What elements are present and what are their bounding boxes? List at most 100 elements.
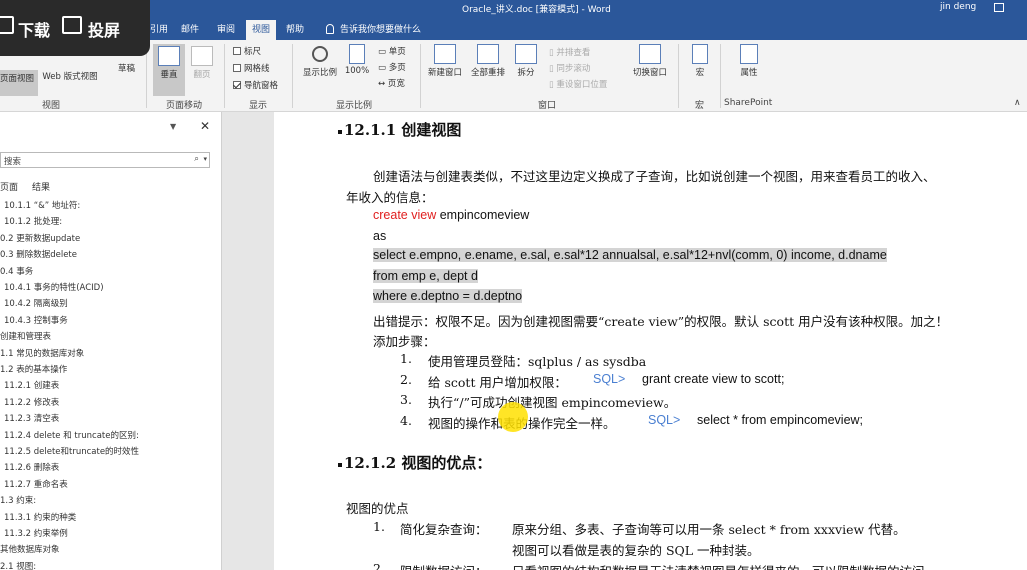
page-view-button[interactable]: 页面视图 xyxy=(0,70,38,96)
gridlines-label: 网格线 xyxy=(244,64,270,74)
tab-references[interactable]: 引用 xyxy=(150,22,168,35)
close-icon[interactable]: ✕ xyxy=(200,119,210,133)
nav-options-icon[interactable]: ▼ xyxy=(170,122,176,131)
nav-heading-item[interactable]: 11.2.5 delete和truncate的时效性 xyxy=(4,445,139,457)
code-line: create view empincomeview xyxy=(373,208,529,222)
nav-heading-item[interactable]: 11.2.2 修改表 xyxy=(4,396,59,408)
nav-heading-item[interactable]: 2.1 视图: xyxy=(0,560,36,570)
zoom-100-label: 100% xyxy=(344,66,370,76)
list-number: 1. xyxy=(373,519,385,534)
nav-heading-item[interactable]: 0.3 删除数据delete xyxy=(0,248,77,260)
reset-window-button[interactable]: ▯ 重设窗口位置 xyxy=(549,78,607,90)
tab-view[interactable]: 视图 xyxy=(246,20,277,40)
web-view-label: Web 版式视图 xyxy=(42,72,98,82)
separator xyxy=(720,44,721,108)
switch-window-button[interactable]: 切换窗口 xyxy=(628,44,672,78)
page-width-button[interactable]: ↔ 页宽 xyxy=(378,77,405,89)
web-view-button[interactable]: Web 版式视图 xyxy=(38,70,102,82)
vertical-button[interactable]: 垂直 xyxy=(153,44,185,96)
views-group-label: 视图 xyxy=(42,101,61,111)
cast-icon xyxy=(62,16,82,34)
nav-pane-check[interactable] xyxy=(233,81,241,89)
nav-tab-results[interactable]: 结果 xyxy=(32,180,50,193)
nav-heading-item[interactable]: 11.2.3 清空表 xyxy=(4,412,59,424)
nav-heading-item[interactable]: 1.2 表的基本操作 xyxy=(0,363,67,375)
nav-heading-item[interactable]: 0.2 更新数据update xyxy=(0,232,80,244)
nav-heading-item[interactable]: 1.3 约束: xyxy=(0,494,36,506)
code-line-selected: select e.empno, e.ename, e.sal, e.sal*12… xyxy=(373,248,887,262)
reset-window-label: 重设窗口位置 xyxy=(556,80,608,90)
list-label: 限制数据访问： xyxy=(400,561,488,570)
zoom-button[interactable]: 显示比例 xyxy=(300,44,340,78)
nav-heading-item[interactable]: 10.1.1 “&” 地址符: xyxy=(4,199,80,211)
draft-button[interactable]: 草稿 xyxy=(118,62,135,74)
nav-heading-item[interactable]: 0.4 事务 xyxy=(0,265,33,277)
lightbulb-icon xyxy=(326,24,334,34)
chevron-down-icon[interactable]: ▾ xyxy=(203,155,207,163)
tab-help[interactable]: 帮助 xyxy=(286,22,304,35)
ruler-checkbox[interactable]: 标尺 xyxy=(233,45,261,57)
download-button[interactable]: 下载 xyxy=(18,17,50,41)
nav-heading-item[interactable]: 11.2.7 重命名表 xyxy=(4,478,68,490)
code-line-selected: where e.deptno = d.deptno xyxy=(373,289,523,303)
new-window-button[interactable]: 新建窗口 xyxy=(426,44,464,78)
nav-heading-item[interactable]: 创建和管理表 xyxy=(0,330,51,342)
search-icon[interactable]: ⌕ xyxy=(194,154,199,164)
ribbon: 页面视图 Web 版式视图 大纲 草稿 视图 垂直 翻页 页面移动 标尺 网格线… xyxy=(0,40,1027,112)
sync-scroll-button[interactable]: ▯ 同步滚动 xyxy=(549,62,590,74)
nav-heading-item[interactable]: 11.3.1 约束的种类 xyxy=(4,511,76,523)
show-group-label: 显示 xyxy=(249,101,268,111)
nav-heading-item[interactable]: 10.1.2 批处理: xyxy=(4,215,62,227)
sql-command: select * from empincomeview; xyxy=(697,413,864,428)
zoom-100-button[interactable]: 100% xyxy=(343,44,371,76)
document-page[interactable]: 12.1.1 创建视图 创建语法与创建表类似，不过这里边定义换成了子查询，比如说… xyxy=(274,112,1027,570)
gridlines-checkbox[interactable]: 网格线 xyxy=(233,62,270,74)
nav-heading-item[interactable]: 11.2.4 delete 和 truncate的区别: xyxy=(4,429,139,441)
user-name[interactable]: jin deng xyxy=(940,2,976,12)
nav-heading-item[interactable]: 11.2.6 删除表 xyxy=(4,461,59,473)
one-page-button[interactable]: ▭ 单页 xyxy=(378,45,406,57)
nav-heading-item[interactable]: 11.3.2 约束举例 xyxy=(4,527,68,539)
switch-window-label: 切换窗口 xyxy=(632,68,667,78)
ruler-check[interactable] xyxy=(233,47,241,55)
multiple-pages-button[interactable]: ▭ 多页 xyxy=(378,61,406,73)
title-bar: Oracle_讲义.doc [兼容模式] - Word jin deng xyxy=(0,0,1027,18)
nav-pane-checkbox[interactable]: 导航窗格 xyxy=(233,79,278,91)
gridlines-check[interactable] xyxy=(233,64,241,72)
page-100-icon xyxy=(349,44,365,64)
ribbon-tabs: 引用 邮件 审阅 视图 帮助 告诉我你想要做什么 xyxy=(0,18,1027,40)
step-text: 给 scott 用户增加权限： xyxy=(428,374,567,390)
nav-heading-item[interactable]: 1.1 常见的数据库对象 xyxy=(0,347,84,359)
ribbon-display-icon[interactable] xyxy=(994,3,1004,12)
download-icon xyxy=(0,16,14,34)
nav-search-placeholder: 搜索 xyxy=(4,157,22,167)
heading-bullet xyxy=(338,130,342,134)
nav-heading-item[interactable]: 10.4.2 隔离级别 xyxy=(4,297,68,309)
collapse-ribbon-icon[interactable]: ∧ xyxy=(1014,98,1021,108)
macros-button[interactable]: 宏 xyxy=(686,44,714,78)
tab-review[interactable]: 审阅 xyxy=(217,22,235,35)
split-button[interactable]: 拆分 xyxy=(512,44,540,78)
nav-heading-item[interactable]: 其他数据库对象 xyxy=(0,543,60,555)
code-line: as xyxy=(373,229,387,243)
separator xyxy=(678,44,679,108)
recorder-overlay: 下载 投屏 xyxy=(0,0,150,56)
paragraph-line: 视图的优点 xyxy=(346,501,409,516)
tab-mailings[interactable]: 邮件 xyxy=(181,22,199,35)
side-by-side-button[interactable]: ▯ 并排查看 xyxy=(549,46,590,58)
nav-heading-item[interactable]: 10.4.1 事务的特性(ACID) xyxy=(4,281,104,293)
nav-heading-item[interactable]: 10.4.3 控制事务 xyxy=(4,314,68,326)
tell-me-search[interactable]: 告诉我你想要做什么 xyxy=(340,22,421,35)
page-width-label: 页宽 xyxy=(387,79,405,89)
nav-tab-pages[interactable]: 页面 xyxy=(0,180,18,193)
cast-button[interactable]: 投屏 xyxy=(88,17,120,41)
step-number: 3. xyxy=(400,392,412,408)
side-to-side-button[interactable]: 翻页 xyxy=(187,44,217,80)
nav-heading-item[interactable]: 11.2.1 创建表 xyxy=(4,379,59,391)
vertical-label: 垂直 xyxy=(160,70,178,80)
sharepoint-group-label: SharePoint xyxy=(724,98,773,108)
nav-search-input[interactable]: 搜索 ⌕ ▾ xyxy=(0,152,210,168)
properties-button[interactable]: 属性 xyxy=(732,44,766,78)
arrange-all-button[interactable]: 全部重排 xyxy=(468,44,508,78)
split-label: 拆分 xyxy=(517,68,535,78)
